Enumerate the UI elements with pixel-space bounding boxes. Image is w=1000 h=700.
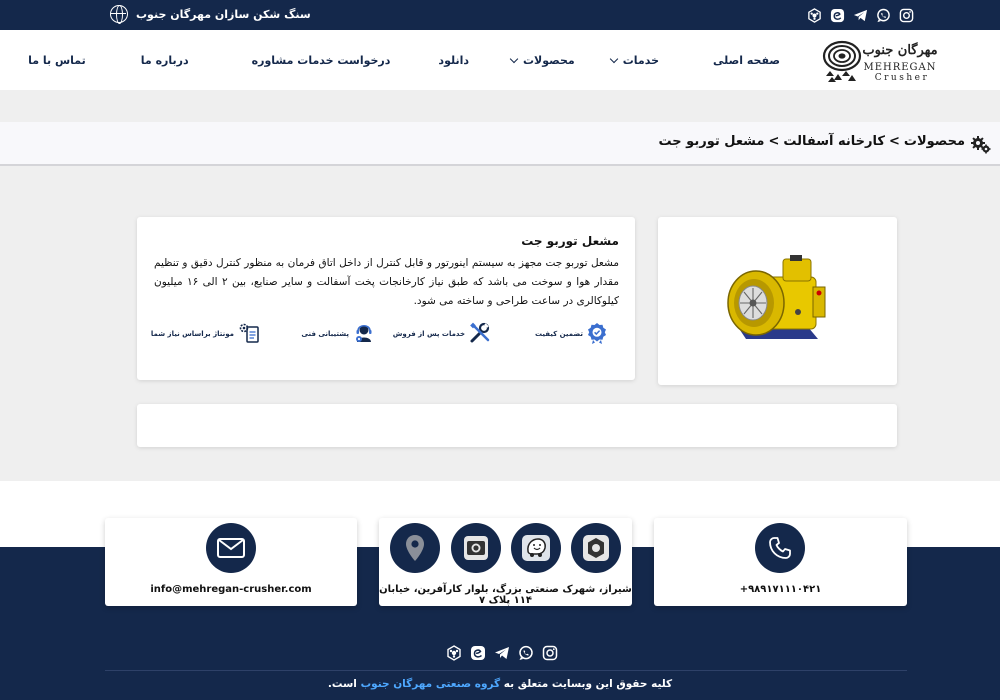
product-image-card bbox=[658, 217, 897, 385]
logo-swirl-icon bbox=[822, 40, 862, 82]
instagram-icon[interactable] bbox=[898, 7, 914, 23]
product-extra-card bbox=[137, 404, 897, 447]
nav-contact[interactable]: تماس با ما bbox=[28, 54, 86, 67]
instagram-icon[interactable] bbox=[542, 645, 558, 661]
address-text: شیراز، شهرک صنعتی بزرگ، بلوار کارآفرین، … bbox=[379, 584, 632, 606]
feature-assembly: مونتاژ براساس نیاز شما bbox=[151, 322, 260, 346]
top-brand[interactable]: سنگ شکن سازان مهرگان جنوب bbox=[110, 5, 311, 24]
feature-after-sales-label: خدمات پس از فروش bbox=[392, 330, 465, 338]
whatsapp-icon[interactable] bbox=[518, 645, 534, 661]
nav-contact-label: تماس با ما bbox=[28, 53, 86, 67]
main-nav: صفحه اصلی خدمات محصولات دانلود درخواست خ… bbox=[28, 30, 780, 90]
whatsapp-icon[interactable] bbox=[875, 7, 891, 23]
assembly-document-icon bbox=[238, 322, 260, 346]
waze-icon[interactable] bbox=[511, 523, 561, 573]
feature-assembly-label: مونتاژ براساس نیاز شما bbox=[150, 330, 234, 338]
main-header: مهرگان جنوب MEHREGAN Crusher صفحه اصلی خ… bbox=[0, 30, 1000, 90]
nav-download-label: دانلود bbox=[438, 53, 469, 67]
breadcrumb-item-products[interactable]: محصولات bbox=[904, 134, 965, 149]
feature-quality-label: تضمین کیفیت bbox=[534, 330, 583, 338]
nav-services[interactable]: خدمات bbox=[609, 53, 659, 67]
copyright: کلیه حقوق این وبسایت متعلق به گروه صنعتی… bbox=[0, 678, 1000, 690]
camera-app-icon[interactable] bbox=[451, 523, 501, 573]
turbo-jet-burner-image bbox=[727, 255, 826, 339]
footer-divider bbox=[105, 670, 907, 671]
breadcrumb-item-current: مشعل توربو جت bbox=[658, 134, 765, 149]
breadcrumb-separator: > bbox=[888, 134, 900, 149]
product-description-card: مشعل توربو جت مشعل توربو جت مجهز به سیست… bbox=[137, 217, 635, 380]
tools-icon bbox=[469, 322, 491, 346]
site-logo[interactable]: مهرگان جنوب MEHREGAN Crusher bbox=[820, 36, 938, 88]
svg-text:MEHREGAN: MEHREGAN bbox=[863, 62, 936, 73]
email-card: info@mehregan-crusher.com bbox=[105, 518, 357, 606]
nav-about[interactable]: درباره ما bbox=[141, 54, 189, 67]
breadcrumb: محصولات > کارخانه آسفالت > مشعل توربو جت bbox=[659, 134, 965, 149]
chevron-down-icon bbox=[609, 54, 618, 63]
email-icon[interactable] bbox=[206, 523, 256, 573]
eitaa-icon[interactable] bbox=[829, 7, 845, 23]
nav-services-label: خدمات bbox=[622, 53, 659, 67]
breadcrumb-separator: > bbox=[768, 134, 780, 149]
top-brand-text: سنگ شکن سازان مهرگان جنوب bbox=[136, 7, 311, 21]
footer-social-links bbox=[446, 645, 558, 661]
breadcrumb-bar: محصولات > کارخانه آسفالت > مشعل توربو جت bbox=[0, 122, 1000, 166]
bale-icon[interactable] bbox=[446, 645, 462, 661]
svg-text:Crusher: Crusher bbox=[875, 73, 930, 83]
support-agent-icon bbox=[353, 322, 375, 346]
nav-consult-label: درخواست خدمات مشاوره bbox=[251, 53, 391, 67]
email-address[interactable]: info@mehregan-crusher.com bbox=[105, 584, 357, 595]
product-title: مشعل توربو جت bbox=[521, 234, 619, 248]
feature-after-sales: خدمات پس از فروش bbox=[393, 322, 491, 346]
top-bar: سنگ شکن سازان مهرگان جنوب bbox=[0, 0, 1000, 30]
feature-quality: تضمین کیفیت bbox=[535, 322, 607, 346]
copyright-text-before: کلیه حقوق این وبسایت متعلق به bbox=[500, 678, 673, 690]
svg-text:مهرگان جنوب: مهرگان جنوب bbox=[862, 41, 937, 58]
nav-products-label: محصولات bbox=[523, 53, 575, 67]
copyright-company-link[interactable]: گروه صنعتی مهرگان جنوب bbox=[361, 678, 501, 690]
neshan-map-icon[interactable] bbox=[571, 523, 621, 573]
nav-about-label: درباره ما bbox=[140, 53, 189, 67]
product-description: مشعل توربو جت مجهز به سیستم اینورتور و ق… bbox=[154, 257, 619, 307]
telegram-icon[interactable] bbox=[852, 7, 868, 23]
telegram-icon[interactable] bbox=[494, 645, 510, 661]
nav-products[interactable]: محصولات bbox=[509, 53, 575, 67]
nav-home-label: صفحه اصلی bbox=[713, 53, 780, 67]
globe-icon bbox=[110, 5, 128, 24]
phone-card: +۹۸۹۱۷۱۱۱۰۴۲۱ bbox=[654, 518, 907, 606]
nav-home[interactable]: صفحه اصلی bbox=[713, 54, 780, 67]
top-social-links bbox=[806, 7, 914, 23]
bale-icon[interactable] bbox=[806, 7, 822, 23]
phone-number[interactable]: +۹۸۹۱۷۱۱۱۰۴۲۱ bbox=[654, 584, 907, 595]
chevron-down-icon bbox=[509, 54, 519, 63]
eitaa-icon[interactable] bbox=[470, 645, 486, 661]
gears-icon bbox=[970, 134, 992, 160]
breadcrumb-item-asphalt-plant[interactable]: کارخانه آسفالت bbox=[783, 134, 885, 149]
quality-badge-icon bbox=[587, 322, 607, 346]
copyright-text-after: است. bbox=[327, 678, 361, 690]
feature-support: پشتیبانی فنی bbox=[301, 322, 375, 346]
feature-support-label: پشتیبانی فنی bbox=[301, 330, 349, 338]
nav-consult[interactable]: درخواست خدمات مشاوره bbox=[252, 54, 391, 67]
location-pin-icon[interactable] bbox=[390, 523, 440, 573]
address-card: شیراز، شهرک صنعتی بزرگ، بلوار کارآفرین، … bbox=[379, 518, 632, 606]
nav-download[interactable]: دانلود bbox=[438, 54, 469, 67]
phone-icon[interactable] bbox=[755, 523, 805, 573]
